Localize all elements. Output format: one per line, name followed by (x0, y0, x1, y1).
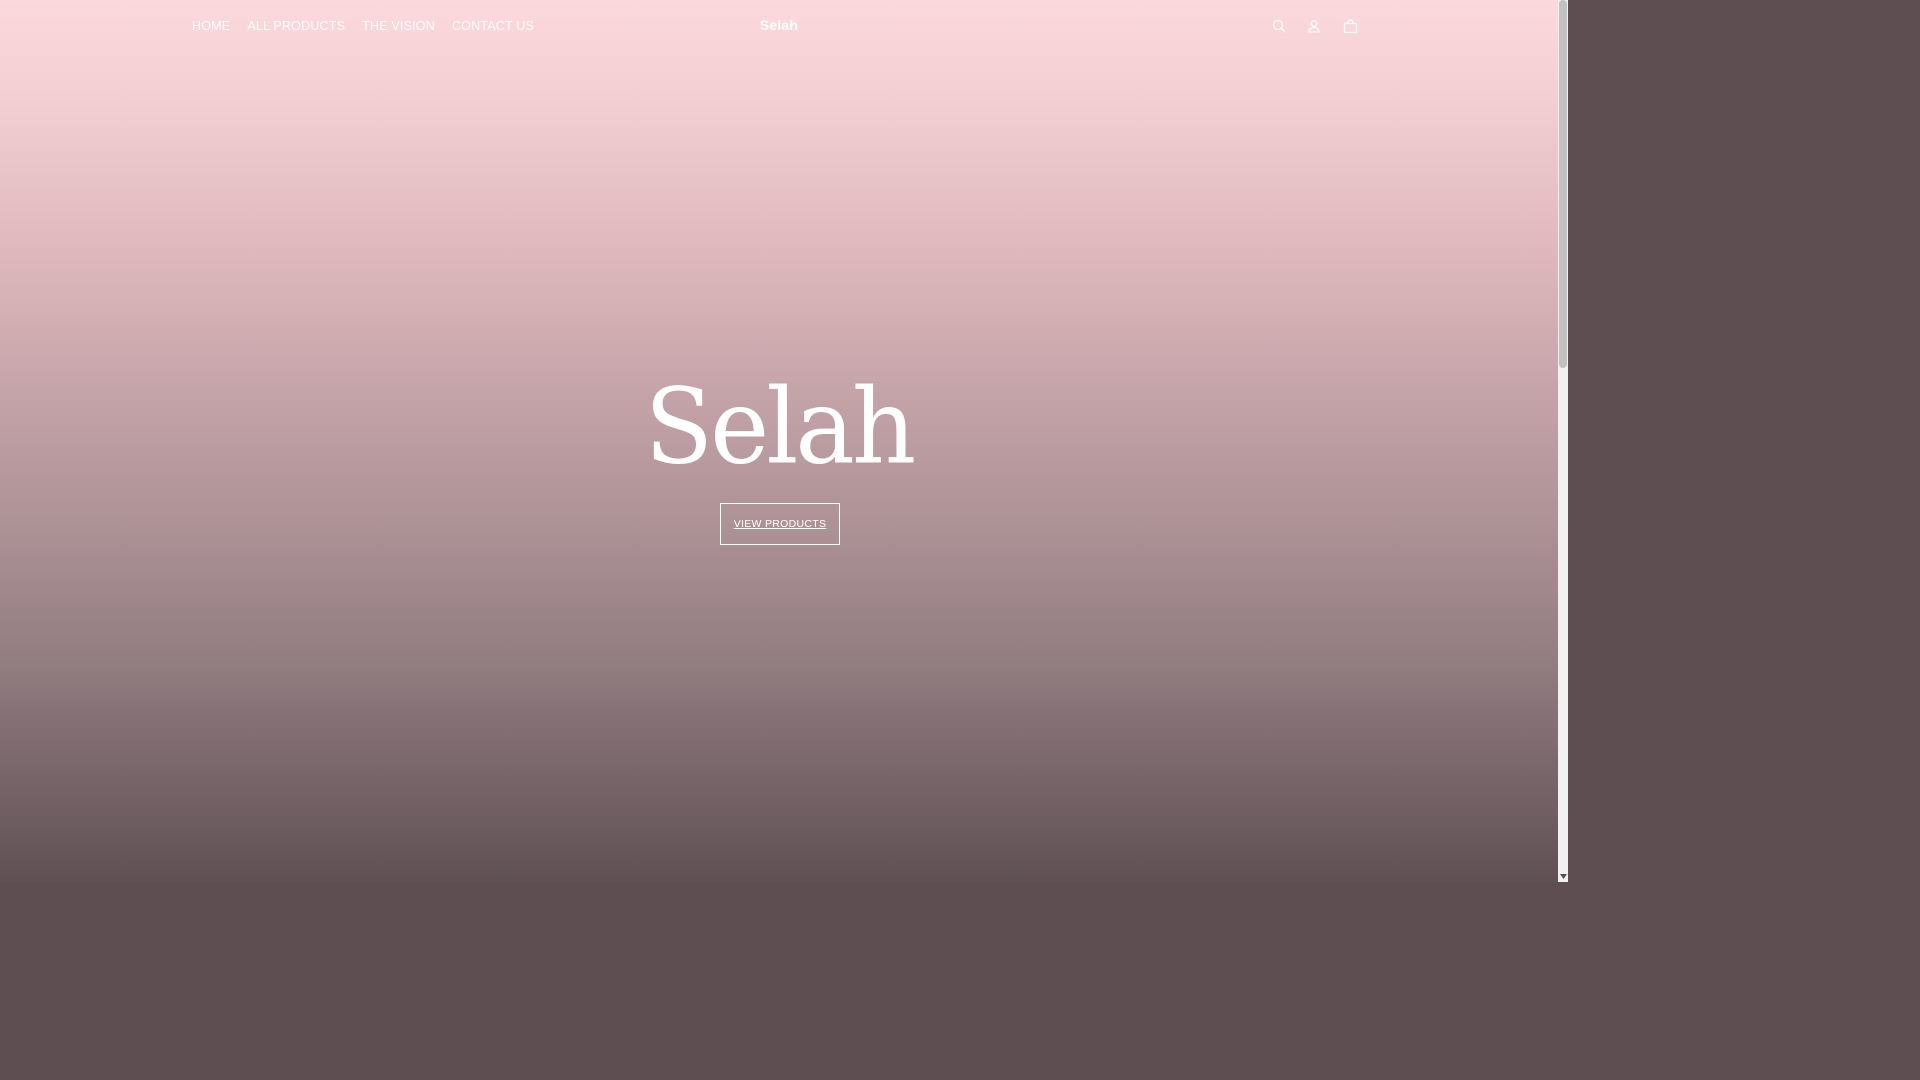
hero-section: HOME ALL PRODUCTS THE VISION CONTACT US … (0, 0, 1558, 882)
hero-title: Selah (644, 365, 917, 488)
scrollbar-thumb[interactable] (1559, 0, 1567, 368)
header-icons (1270, 17, 1359, 35)
nav-the-vision-link[interactable]: THE VISION (362, 18, 435, 34)
main-nav: HOME ALL PRODUCTS THE VISION CONTACT US (192, 18, 551, 34)
view-products-button[interactable]: VIEW PRODUCTS (720, 503, 840, 545)
cart-icon[interactable] (1341, 17, 1359, 35)
search-icon[interactable] (1270, 17, 1288, 35)
page-scrollbar[interactable] (1558, 0, 1568, 882)
account-icon[interactable] (1305, 17, 1323, 35)
site-header: HOME ALL PRODUCTS THE VISION CONTACT US … (0, 0, 1558, 54)
nav-contact-us-link[interactable]: CONTACT US (452, 18, 534, 34)
site-logo[interactable]: Selah (760, 17, 798, 33)
scroll-down-arrow-icon[interactable] (1559, 872, 1567, 880)
nav-home-link[interactable]: HOME (192, 18, 230, 34)
nav-all-products-link[interactable]: ALL PRODUCTS (247, 18, 345, 34)
